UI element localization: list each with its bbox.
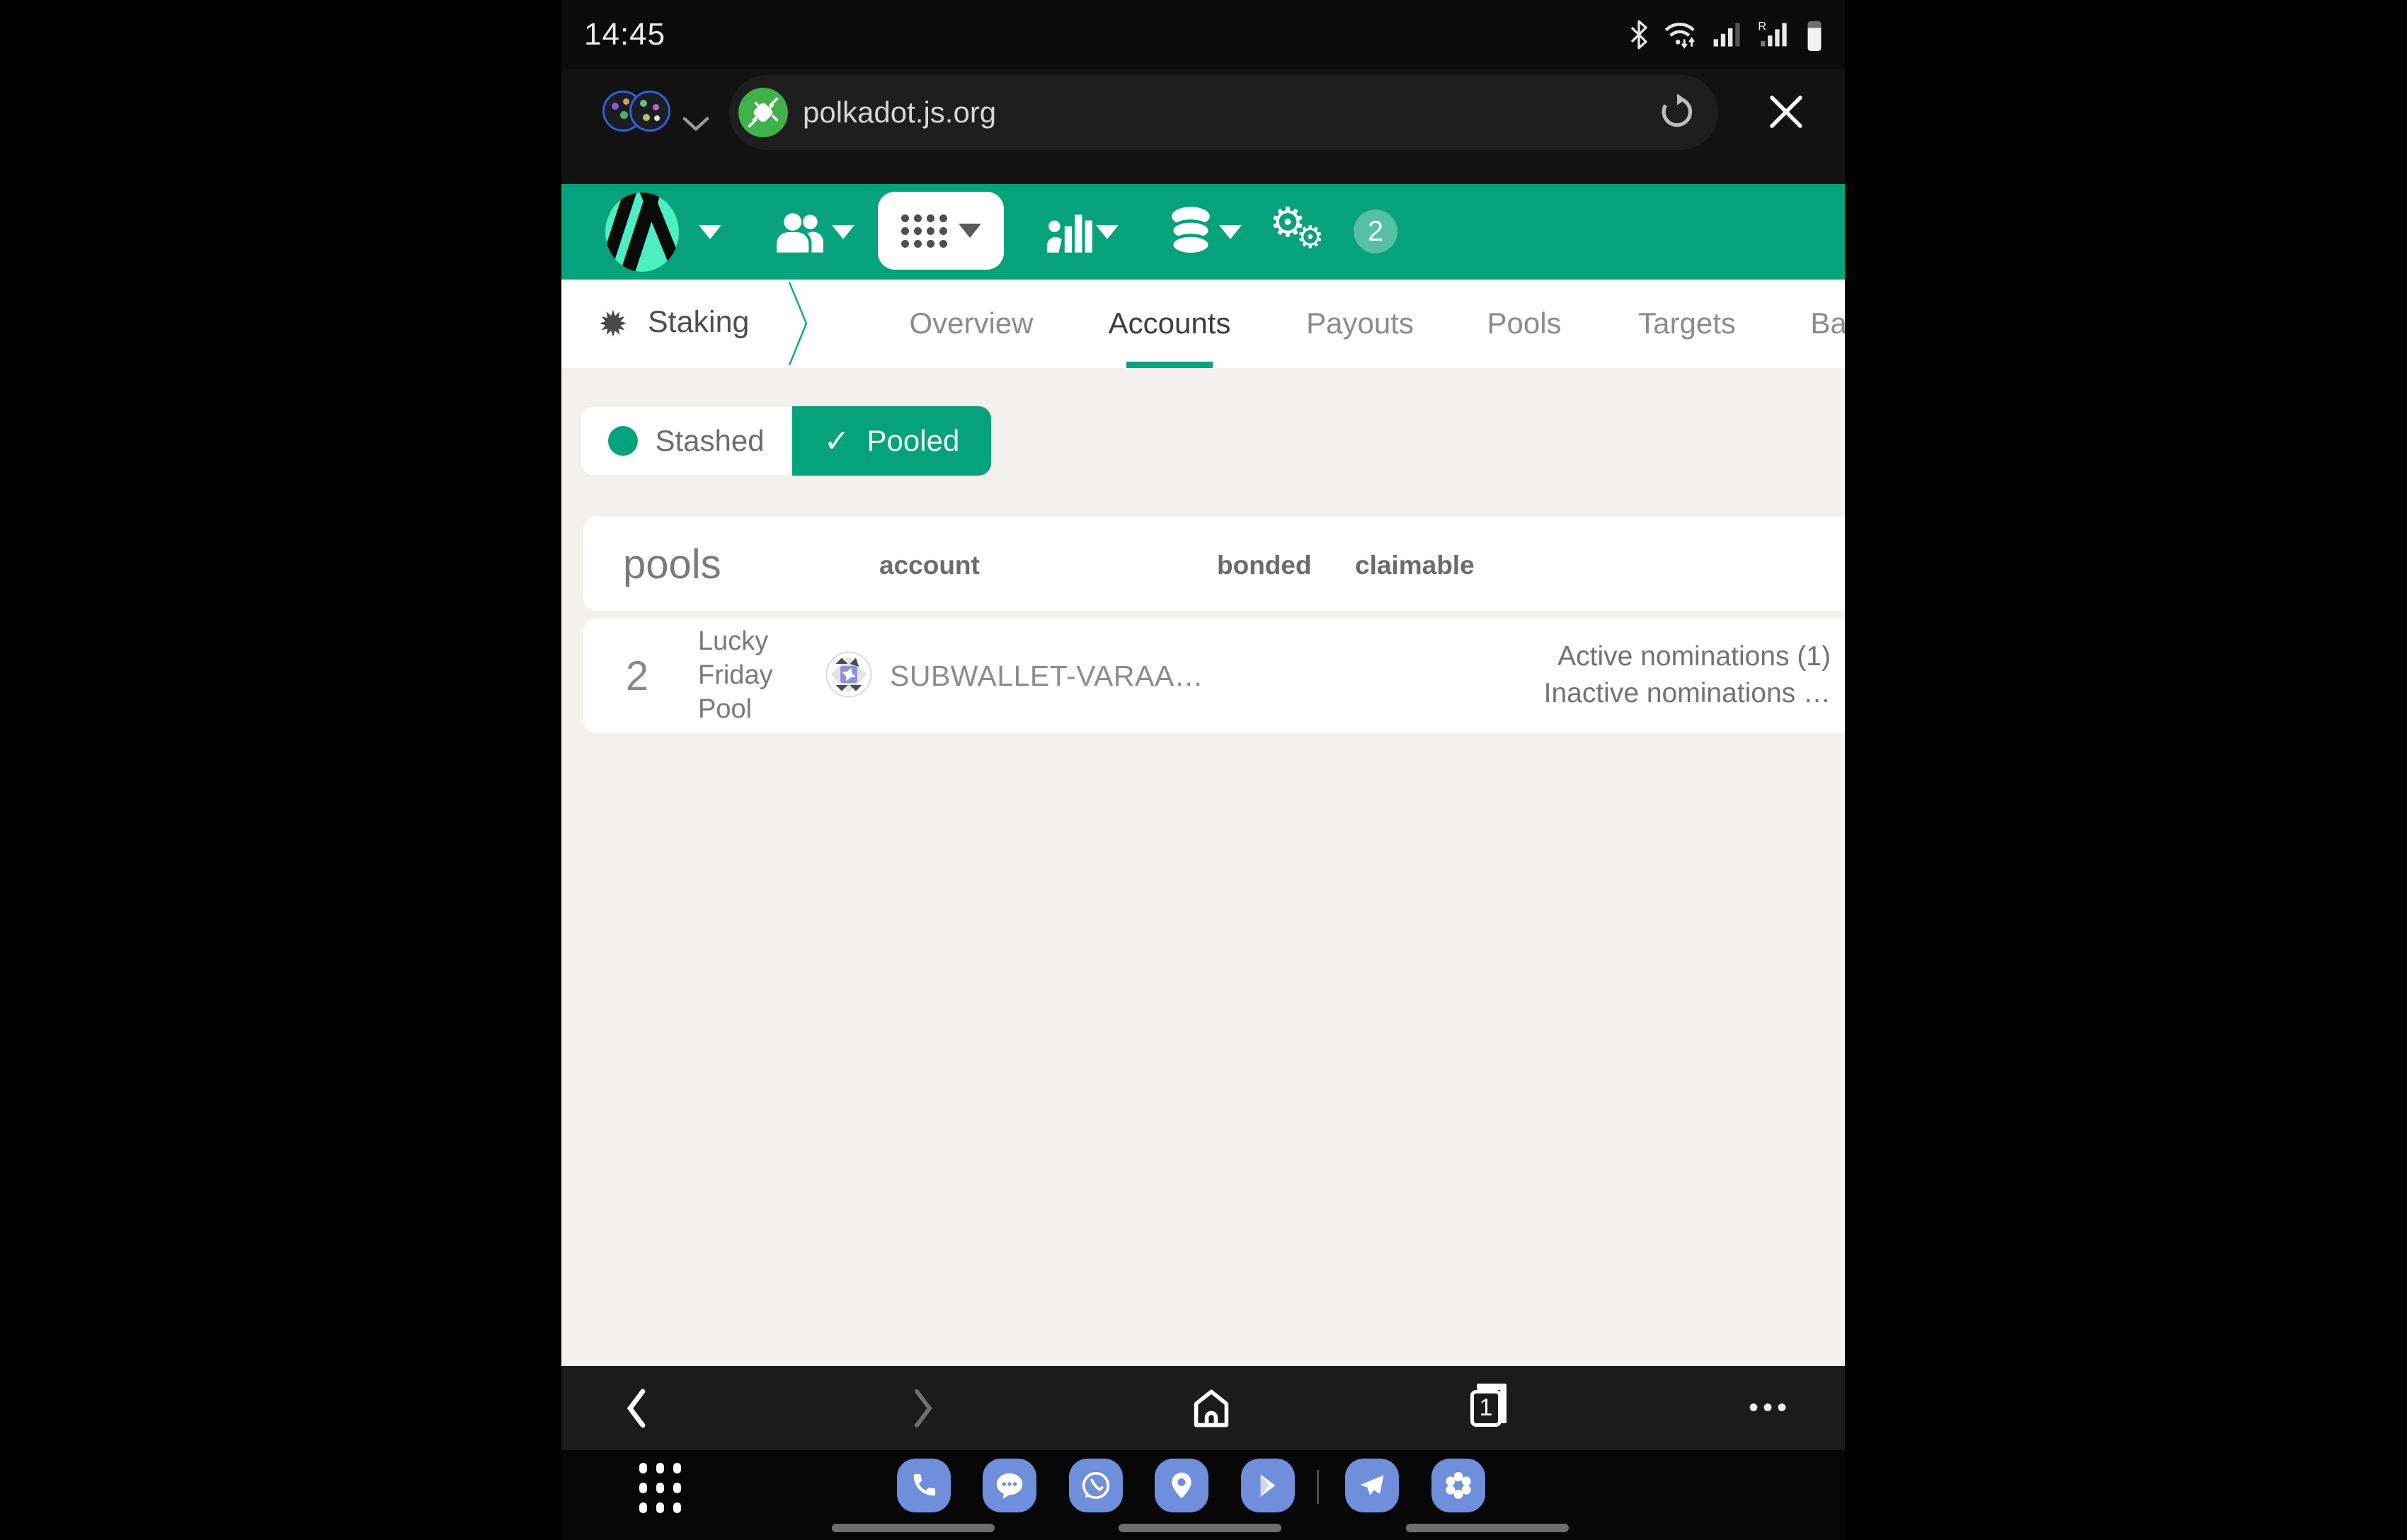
- pools-table-header: pools account bonded claimable: [583, 517, 1845, 611]
- status-icons: R: [1628, 18, 1825, 51]
- chain-data-icon[interactable]: [1167, 205, 1215, 259]
- telegram-app-icon[interactable]: [1345, 1459, 1399, 1512]
- accounts-icon[interactable]: [774, 208, 826, 256]
- home-button[interactable]: [1169, 1366, 1254, 1450]
- play-store-app-icon[interactable]: [1241, 1459, 1295, 1512]
- tab-accounts[interactable]: Accounts: [1109, 306, 1231, 340]
- url-bar[interactable]: polkadot.js.org: [729, 75, 1718, 150]
- badge-count: 2: [1368, 216, 1383, 248]
- status-bar: 14:45 R: [561, 0, 1845, 69]
- network-logo-icon[interactable]: [602, 191, 682, 273]
- apps-menu-button[interactable]: [878, 192, 1004, 270]
- active-nominations: Active nominations (1): [1557, 641, 1831, 672]
- battery-icon: [1804, 18, 1825, 51]
- column-claimable: claimable: [1355, 551, 1475, 580]
- tab-overview[interactable]: Overview: [909, 306, 1033, 340]
- settings-icon[interactable]: ⚙⚙: [1269, 202, 1334, 243]
- staking-section-icon: ✹: [598, 306, 628, 342]
- url-text: polkadot.js.org: [803, 96, 996, 130]
- tabs-button[interactable]: 1: [1443, 1366, 1528, 1450]
- all-apps-button[interactable]: [639, 1463, 682, 1514]
- page-content: Stashed ✓ Pooled pools account bonded cl…: [561, 368, 1845, 1366]
- pooled-label: Pooled: [867, 424, 960, 458]
- active-tab-underline: [1126, 362, 1213, 368]
- nominations-status: Active nominations (1) Inactive nominati…: [1544, 638, 1831, 712]
- dock-separator: [1317, 1470, 1319, 1504]
- signal-roaming-icon: R: [1757, 19, 1791, 50]
- taskbar-indicator: [832, 1524, 995, 1532]
- inactive-nominations: Inactive nominations …: [1544, 678, 1831, 708]
- browser-chrome: polkadot.js.org: [561, 69, 1845, 184]
- tab-pools[interactable]: Pools: [1487, 306, 1561, 340]
- browser-nav-bar: 1 •••: [561, 1366, 1845, 1450]
- account-identicon[interactable]: [825, 651, 872, 698]
- governance-dropdown-icon[interactable]: [1096, 225, 1119, 239]
- tab-bags[interactable]: Ba: [1810, 306, 1845, 340]
- app-header: ⚙⚙ 2: [561, 184, 1845, 280]
- tab-thumbnail-icon: [629, 91, 670, 132]
- maps-app-icon[interactable]: [1155, 1459, 1208, 1512]
- tab-count-icon: 1: [1470, 1390, 1502, 1427]
- tab-count: 1: [1480, 1394, 1493, 1422]
- gallery-app-icon[interactable]: [1431, 1459, 1485, 1512]
- network-dropdown-icon[interactable]: [699, 225, 721, 239]
- accounts-dropdown-icon[interactable]: [832, 225, 854, 239]
- forward-button[interactable]: [881, 1366, 966, 1450]
- reload-icon[interactable]: [1657, 92, 1697, 132]
- close-icon[interactable]: [1765, 91, 1807, 133]
- clock: 14:45: [584, 17, 665, 52]
- chain-data-dropdown-icon[interactable]: [1219, 225, 1242, 239]
- governance-icon[interactable]: [1044, 208, 1094, 256]
- phone-app-icon[interactable]: [897, 1459, 951, 1512]
- phone-screen: 14:45 R: [561, 0, 1845, 1540]
- apps-grid-icon: [901, 214, 947, 248]
- pool-name: Lucky Friday Pool: [698, 624, 794, 726]
- table-row[interactable]: 2 Lucky Friday Pool SUBWALLET-VARAA… Act…: [583, 619, 1845, 733]
- taskbar-indicator: [1119, 1524, 1281, 1532]
- pool-id: 2: [617, 653, 657, 700]
- taskbar-indicator: [1406, 1524, 1569, 1532]
- whatsapp-app-icon[interactable]: [1069, 1459, 1123, 1512]
- stashed-label: Stashed: [655, 424, 764, 458]
- notification-badge[interactable]: 2: [1354, 209, 1397, 253]
- chevron-down-icon[interactable]: [680, 113, 711, 134]
- tab-targets[interactable]: Targets: [1638, 306, 1736, 340]
- account-filter-toggle: Stashed ✓ Pooled: [581, 406, 991, 476]
- more-dots-icon: •••: [1749, 1392, 1791, 1424]
- stashed-toggle-button[interactable]: Stashed: [581, 406, 792, 476]
- dock: [561, 1450, 1845, 1540]
- messages-app-icon[interactable]: [983, 1459, 1036, 1512]
- stashed-dot-icon: [608, 426, 638, 456]
- back-button[interactable]: [593, 1366, 678, 1450]
- account-name: SUBWALLET-VARAA…: [890, 660, 1204, 693]
- table-title: pools: [623, 541, 721, 588]
- column-account: account: [879, 551, 980, 580]
- site-favicon-icon: [738, 88, 788, 137]
- bluetooth-icon: [1628, 19, 1650, 50]
- svg-text:R: R: [1758, 21, 1766, 33]
- tab-payouts[interactable]: Payouts: [1306, 306, 1414, 340]
- pooled-toggle-button[interactable]: ✓ Pooled: [792, 406, 991, 476]
- more-button[interactable]: •••: [1727, 1366, 1812, 1450]
- staking-tab-bar: ✹ Staking Overview Accounts Payouts Pool…: [561, 280, 1845, 368]
- check-icon: ✓: [824, 423, 850, 459]
- staking-section-label: Staking: [648, 305, 749, 340]
- column-bonded: bonded: [1217, 551, 1312, 580]
- section-divider: [787, 281, 811, 367]
- signal-icon: [1712, 19, 1744, 50]
- apps-dropdown-icon: [959, 224, 981, 238]
- wifi-icon: [1662, 19, 1699, 50]
